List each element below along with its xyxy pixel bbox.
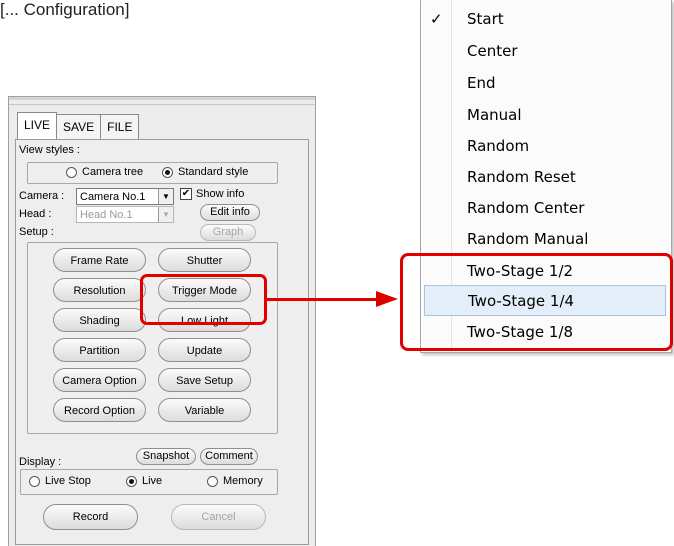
arrow-right-icon	[376, 291, 398, 307]
comment-button[interactable]: Comment	[200, 448, 258, 465]
record-option-button[interactable]: Record Option	[53, 398, 146, 422]
head-select-value: Head No.1	[80, 209, 133, 221]
menu-item-label: End	[467, 74, 496, 92]
tab-save[interactable]: SAVE	[56, 114, 102, 139]
menu-item-center[interactable]: Center	[421, 36, 671, 67]
camera-select-value: Camera No.1	[80, 191, 146, 203]
display-mode-group: Live Stop Live Memory	[20, 469, 278, 495]
view-styles-group: Camera tree Standard style	[27, 162, 278, 184]
callout-arrow-line	[267, 298, 377, 301]
setup-group: Frame Rate Shutter Resolution Trigger Mo…	[27, 242, 278, 434]
menu-item-label: Random Manual	[467, 230, 589, 248]
menu-item-random-center[interactable]: Random Center	[421, 193, 671, 224]
menu-item-random-reset[interactable]: Random Reset	[421, 162, 671, 193]
radio-standard-style[interactable]: Standard style	[162, 166, 248, 178]
radio-camera-tree-indicator	[66, 166, 77, 178]
panel-divider	[9, 104, 315, 105]
menu-item-label: Random Center	[467, 199, 585, 217]
menu-item-manual[interactable]: Manual	[421, 100, 671, 131]
snapshot-button[interactable]: Snapshot	[136, 448, 196, 465]
tab-live[interactable]: LIVE	[17, 112, 58, 139]
update-button[interactable]: Update	[158, 338, 251, 362]
menu-item-end[interactable]: End	[421, 68, 671, 99]
record-button[interactable]: Record	[43, 504, 138, 530]
radio-live[interactable]: Live	[126, 475, 162, 487]
radio-live-stop-indicator	[29, 475, 40, 487]
menu-item-random-manual[interactable]: Random Manual	[421, 224, 671, 255]
camera-select[interactable]: Camera No.1 ▼	[76, 188, 174, 205]
chevron-down-icon: ▼	[158, 207, 173, 222]
cancel-button: Cancel	[171, 504, 266, 530]
top-caption: [... Configuration]	[0, 0, 130, 19]
show-info-label: Show info	[196, 188, 245, 200]
menu-item-label: Start	[467, 10, 504, 28]
radio-camera-tree[interactable]: Camera tree	[66, 166, 143, 178]
tab-file[interactable]: FILE	[100, 114, 140, 139]
trigger-mode-callout	[140, 274, 267, 325]
shutter-button[interactable]: Shutter	[158, 248, 251, 272]
radio-memory-label: Memory	[223, 475, 263, 487]
menu-item-start[interactable]: ✓ Start	[421, 4, 671, 35]
chevron-down-icon[interactable]: ▼	[158, 189, 173, 204]
menu-item-random[interactable]: Random	[421, 131, 671, 162]
shading-button[interactable]: Shading	[53, 308, 146, 332]
radio-memory-indicator	[207, 475, 218, 487]
graph-button: Graph	[200, 224, 256, 241]
save-setup-button[interactable]: Save Setup	[158, 368, 251, 392]
radio-camera-tree-label: Camera tree	[82, 166, 144, 178]
radio-live-indicator	[126, 475, 137, 487]
edit-info-button[interactable]: Edit info	[200, 204, 260, 221]
menu-item-label: Center	[467, 42, 518, 60]
checkmark-icon: ✔	[180, 188, 192, 200]
resolution-button[interactable]: Resolution	[53, 278, 146, 302]
camera-label: Camera :	[19, 190, 65, 202]
radio-live-stop-label: Live Stop	[45, 475, 91, 487]
menu-item-label: Manual	[467, 106, 522, 124]
display-label: Display :	[19, 456, 62, 468]
frame-rate-button[interactable]: Frame Rate	[53, 248, 146, 272]
variable-button[interactable]: Variable	[158, 398, 251, 422]
two-stage-callout	[400, 253, 673, 351]
radio-live-label: Live	[142, 475, 163, 487]
check-icon: ✓	[430, 10, 443, 28]
partition-button[interactable]: Partition	[53, 338, 146, 362]
tab-content-live: View styles : Camera tree Standard style…	[15, 139, 309, 545]
head-select: Head No.1 ▼	[76, 206, 174, 223]
head-label: Head :	[19, 208, 52, 220]
camera-option-button[interactable]: Camera Option	[53, 368, 146, 392]
menu-item-label: Random	[467, 137, 530, 155]
radio-memory[interactable]: Memory	[207, 475, 263, 487]
radio-standard-style-label: Standard style	[178, 166, 249, 178]
radio-standard-style-indicator	[162, 166, 173, 178]
setup-label: Setup :	[19, 226, 54, 238]
tab-bar: LIVE SAVE FILE	[17, 112, 140, 139]
show-info-checkbox[interactable]: ✔ Show info	[180, 188, 244, 200]
view-styles-label: View styles :	[19, 144, 80, 156]
radio-live-stop[interactable]: Live Stop	[29, 475, 91, 487]
menu-item-label: Random Reset	[467, 168, 576, 186]
